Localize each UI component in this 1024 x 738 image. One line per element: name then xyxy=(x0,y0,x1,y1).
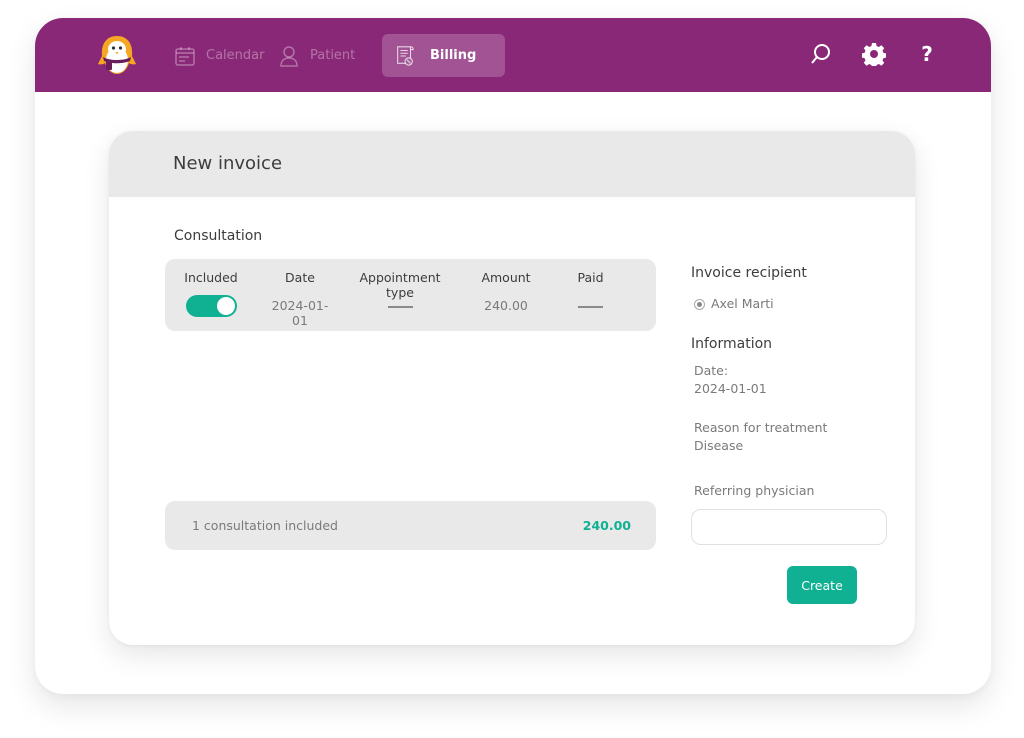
reason-value: Disease xyxy=(694,438,744,453)
column-header-appointment-type: Appointment type xyxy=(359,270,441,300)
row-appointment-type xyxy=(345,298,455,313)
column-header-date: Date xyxy=(285,270,315,285)
invoice-recipient-title: Invoice recipient xyxy=(691,265,807,281)
nav-tab-label: Patient xyxy=(310,48,356,63)
empty-dash xyxy=(387,305,413,308)
date-label: Date: xyxy=(694,363,729,378)
row-date: 2024-01-01 xyxy=(271,298,329,328)
recipient-radio[interactable] xyxy=(694,299,705,310)
card-header: New invoice xyxy=(109,131,915,197)
column-header-amount: Amount xyxy=(481,270,531,285)
nav-tab-label: Billing xyxy=(430,48,477,63)
summary-text: 1 consultation included xyxy=(192,518,338,533)
recipient-name[interactable]: Axel Marti xyxy=(711,296,774,311)
app-window: Calendar Patient Billing ? New invoice C… xyxy=(35,18,991,694)
penguin-logo-icon[interactable] xyxy=(95,34,139,76)
page-title: New invoice xyxy=(173,153,283,174)
invoice-icon xyxy=(397,45,414,66)
referring-physician-input[interactable] xyxy=(691,509,887,545)
reason-label: Reason for treatment xyxy=(694,420,828,435)
summary-total: 240.00 xyxy=(582,518,631,533)
referring-physician-label: Referring physician xyxy=(694,483,815,498)
toggle-knob xyxy=(217,297,235,315)
column-header-included: Included xyxy=(184,270,238,285)
gear-icon[interactable] xyxy=(862,42,886,66)
calendar-icon xyxy=(175,46,195,66)
user-icon xyxy=(280,45,298,67)
top-navigation-bar: Calendar Patient Billing ? xyxy=(35,18,991,92)
summary-bar: 1 consultation included 240.00 xyxy=(165,501,656,550)
new-invoice-card: New invoice Consultation Included Date A… xyxy=(109,131,915,645)
row-paid xyxy=(563,298,618,313)
nav-tab-label: Calendar xyxy=(206,48,265,63)
search-icon[interactable] xyxy=(809,42,833,66)
consultation-section-title: Consultation xyxy=(174,228,263,244)
consultation-table: Included Date Appointment type Amount Pa… xyxy=(165,259,656,331)
create-button[interactable]: Create xyxy=(787,566,857,604)
information-title: Information xyxy=(691,336,773,352)
empty-dash xyxy=(578,305,603,308)
included-toggle[interactable] xyxy=(186,295,237,317)
nav-tab-billing[interactable]: Billing xyxy=(382,34,505,77)
help-icon[interactable]: ? xyxy=(915,42,939,66)
date-value: 2024-01-01 xyxy=(694,381,767,396)
nav-tab-patient[interactable]: Patient xyxy=(278,34,355,77)
column-header-paid: Paid xyxy=(577,270,604,285)
nav-tab-calendar[interactable]: Calendar xyxy=(174,34,264,77)
row-amount: 240.00 xyxy=(484,298,528,313)
